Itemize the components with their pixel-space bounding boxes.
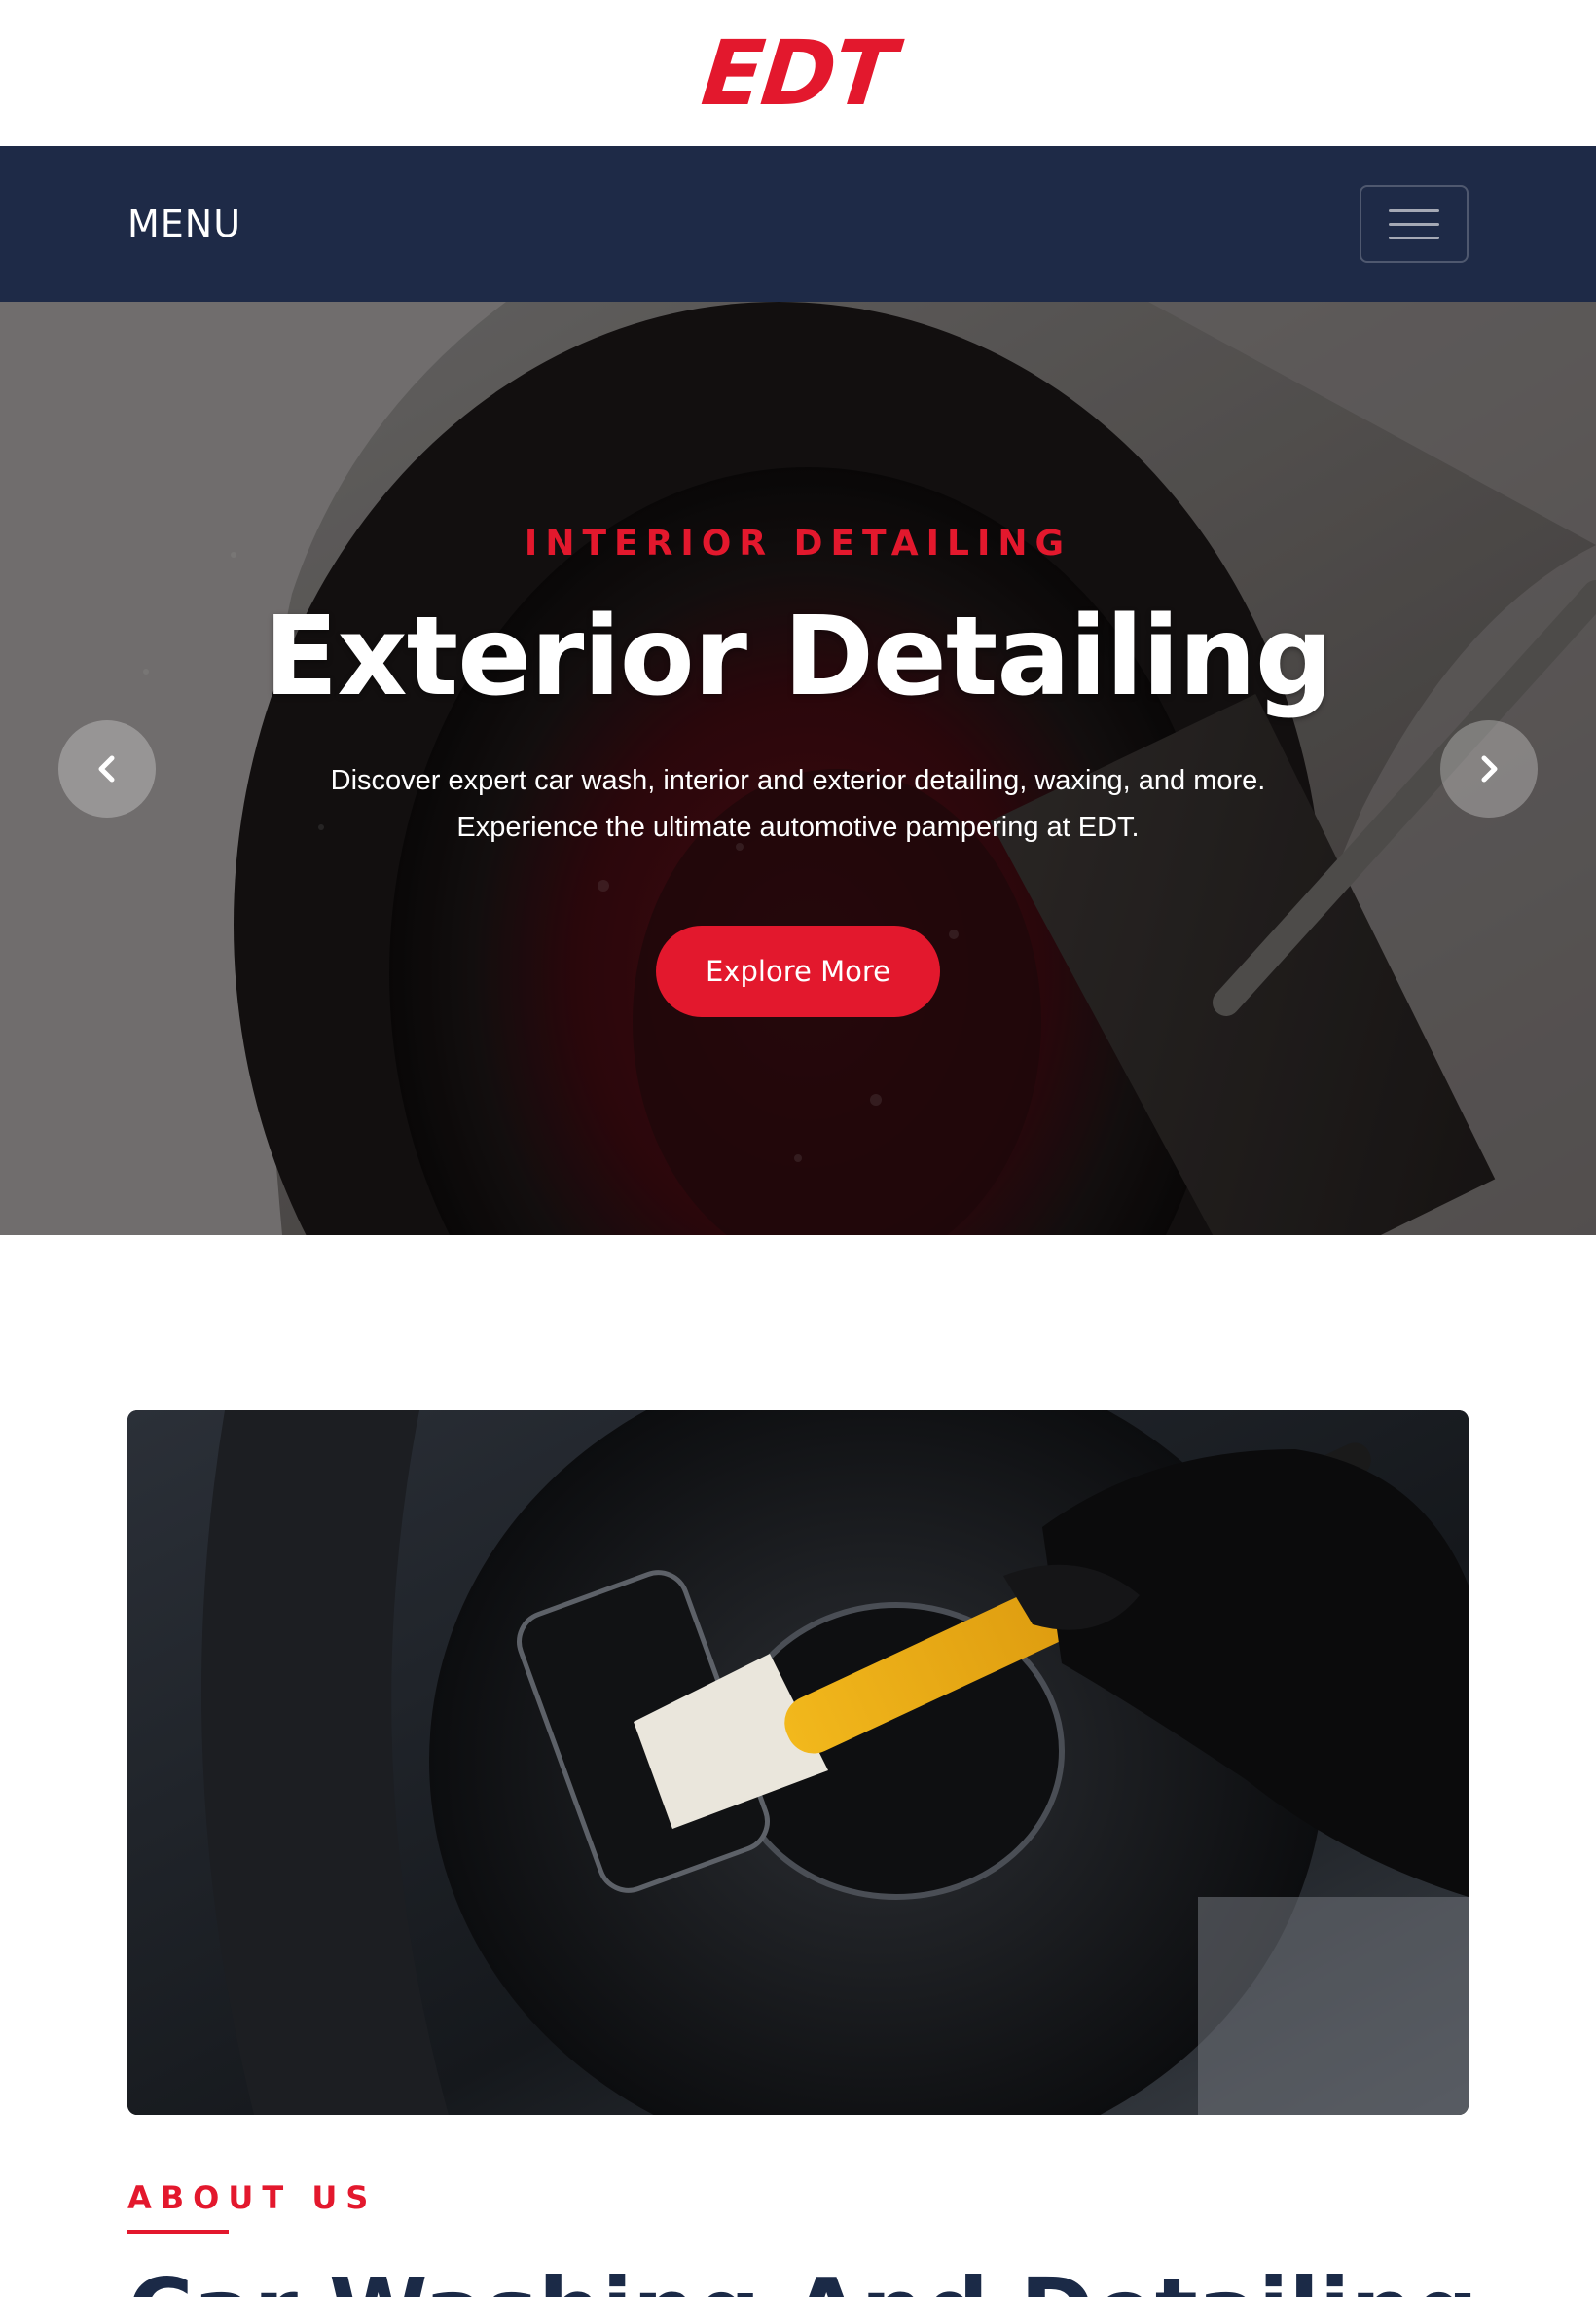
hero-description: Discover expert car wash, interior and e… [330, 765, 1266, 843]
hamburger-icon-line [1389, 208, 1439, 212]
about-section: ABOUT US Car Washing And Detailing [0, 1235, 1596, 2297]
hero-eyebrow: INTERIOR DETAILING [524, 524, 1072, 564]
chevron-right-icon [1481, 755, 1498, 783]
chevron-left-icon [98, 755, 115, 783]
hero-carousel: INTERIOR DETAILING Exterior Detailing Di… [0, 302, 1596, 1235]
brand-logo[interactable]: EDT [697, 21, 898, 126]
menu-label: MENU [127, 202, 242, 245]
about-image [127, 1410, 1469, 2115]
carousel-prev-button[interactable] [58, 720, 156, 818]
carousel-next-button[interactable] [1440, 720, 1538, 818]
explore-more-button[interactable]: Explore More [656, 926, 940, 1017]
hero-title: Exterior Detailing [263, 594, 1333, 720]
brand-bar: EDT [0, 0, 1596, 146]
interior-detailing-photo [127, 1410, 1469, 2115]
about-eyebrow: ABOUT US [127, 2179, 377, 2234]
hamburger-icon-line [1389, 222, 1439, 226]
about-heading: Car Washing And Detailing [127, 2259, 1478, 2297]
menu-toggle-button[interactable] [1360, 185, 1469, 263]
main-navbar: MENU [0, 146, 1596, 302]
hamburger-icon-line [1389, 236, 1439, 239]
